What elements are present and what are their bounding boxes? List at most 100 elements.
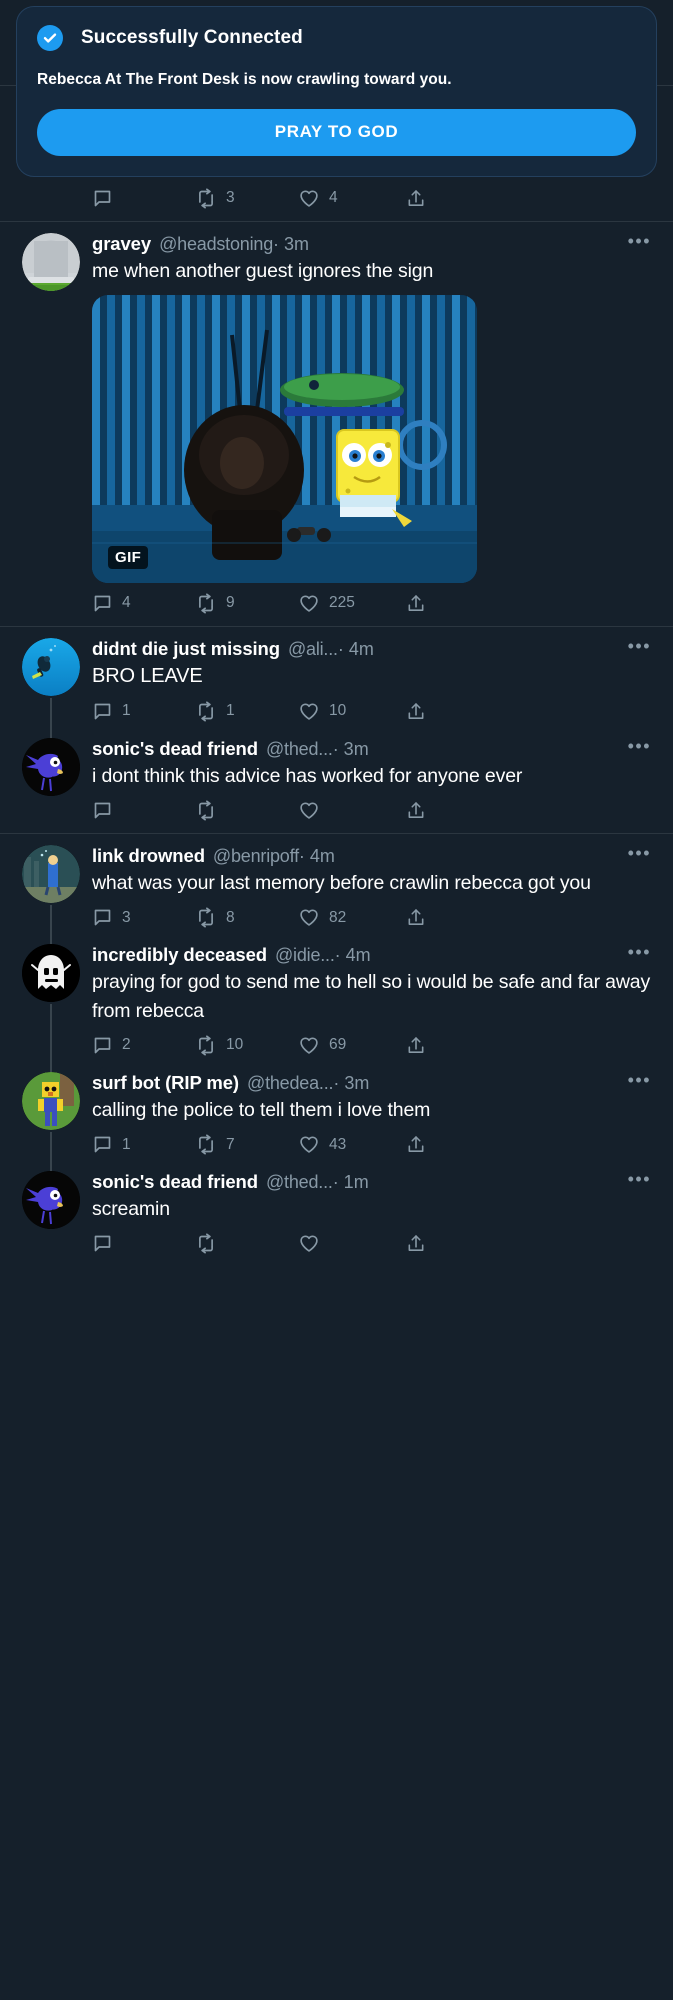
tweet-tweet-gravey[interactable]: gravey @headstoning · 3m ••• me when anothe… — [0, 220, 673, 626]
like-icon — [298, 1035, 320, 1056]
user-handle[interactable]: @thed... — [266, 1172, 333, 1193]
share-button[interactable] — [406, 593, 466, 614]
share-button[interactable] — [406, 701, 466, 722]
display-name[interactable]: didnt die just missing — [92, 638, 280, 660]
share-button[interactable] — [406, 800, 466, 821]
share-button[interactable] — [406, 907, 466, 928]
timeline: NOOOO WHY WOULD YOU CONNECT TO THE WIFI1… — [0, 0, 673, 1266]
avatar[interactable] — [22, 1171, 80, 1230]
user-handle[interactable]: @idie... — [275, 945, 335, 966]
retweet-button[interactable] — [195, 800, 298, 821]
avatar-column — [22, 1157, 92, 1260]
gif-badge: GIF — [108, 545, 149, 569]
share-button[interactable] — [406, 1035, 466, 1056]
display-name[interactable]: link drowned — [92, 845, 205, 867]
retweet-button[interactable]: 8 — [195, 907, 298, 928]
tweet-text: screamin — [92, 1198, 170, 1221]
more-options-icon[interactable]: ••• — [628, 737, 651, 755]
reply-count: 2 — [122, 1036, 131, 1054]
more-options-icon[interactable]: ••• — [628, 1170, 651, 1188]
pray-to-god-button[interactable]: PRAY TO GOD — [37, 109, 636, 156]
like-count: 82 — [329, 908, 347, 926]
display-name[interactable]: gravey — [92, 233, 151, 255]
user-handle[interactable]: @thed... — [266, 739, 333, 760]
like-button[interactable]: 4 — [298, 188, 406, 209]
like-icon — [298, 1233, 320, 1254]
share-button[interactable] — [406, 1233, 466, 1254]
tweet-tweet-sonic-2[interactable]: sonic's dead friend @thed... · 1m ••• screa… — [0, 1157, 673, 1266]
like-button[interactable]: 69 — [298, 1035, 406, 1056]
reply-button[interactable] — [92, 800, 195, 821]
user-handle[interactable]: @thedea... — [247, 1073, 334, 1094]
share-button[interactable] — [406, 188, 466, 209]
tweet-tweet-surfbot[interactable]: surf bot (RIP me) @thedea... · 3m ••• calli… — [0, 1057, 673, 1174]
reply-icon — [92, 701, 113, 722]
display-name[interactable]: surf bot (RIP me) — [92, 1072, 239, 1094]
more-options-icon[interactable]: ••• — [628, 232, 651, 250]
action-bar: 1 1 10 — [92, 701, 492, 728]
timestamp: · 1m — [332, 1172, 369, 1193]
retweet-button[interactable]: 1 — [195, 701, 298, 722]
retweet-button[interactable] — [195, 1233, 298, 1254]
reply-button[interactable]: 1 — [92, 701, 195, 722]
tweet-body: incredibly deceased @idie... · 4m ••• prayi… — [92, 943, 655, 1062]
tweet-text: BRO LEAVE — [92, 664, 203, 687]
avatar[interactable] — [22, 944, 80, 1003]
tweet-text: i dont think this advice has worked for … — [92, 764, 523, 787]
reply-count: 4 — [122, 594, 131, 612]
like-button[interactable] — [298, 1233, 406, 1254]
retweet-button[interactable]: 9 — [195, 593, 298, 614]
reply-button[interactable]: 1 — [92, 1134, 195, 1155]
reply-button[interactable]: 2 — [92, 1035, 195, 1056]
display-name[interactable]: sonic's dead friend — [92, 738, 258, 760]
retweet-button[interactable]: 3 — [195, 188, 298, 209]
reply-icon — [92, 1233, 113, 1254]
like-button[interactable]: 225 — [298, 593, 406, 614]
reply-button[interactable]: 3 — [92, 907, 195, 928]
share-icon — [406, 1233, 426, 1254]
reply-icon — [92, 188, 113, 209]
retweet-count: 8 — [226, 908, 235, 926]
like-button[interactable]: 10 — [298, 701, 406, 722]
reply-button[interactable]: 4 — [92, 593, 195, 614]
tweet-text: praying for god to send me to hell so i … — [92, 971, 651, 1022]
more-options-icon[interactable]: ••• — [628, 943, 651, 961]
avatar[interactable] — [22, 232, 80, 291]
share-button[interactable] — [406, 1134, 466, 1155]
reply-button[interactable] — [92, 1233, 195, 1254]
like-icon — [298, 800, 320, 821]
user-handle[interactable]: @benripoff — [213, 846, 299, 867]
user-handle[interactable]: @ali... — [288, 639, 338, 660]
more-options-icon[interactable]: ••• — [628, 844, 651, 862]
gif-media[interactable]: GIF — [92, 294, 477, 583]
avatar[interactable] — [22, 737, 80, 796]
like-button[interactable]: 43 — [298, 1134, 406, 1155]
like-button[interactable] — [298, 800, 406, 821]
display-name[interactable]: incredibly deceased — [92, 944, 267, 966]
timestamp: · 4m — [298, 846, 335, 867]
retweet-button[interactable]: 7 — [195, 1134, 298, 1155]
timestamp: · 4m — [334, 945, 371, 966]
more-options-icon[interactable]: ••• — [628, 1071, 651, 1089]
avatar[interactable] — [22, 637, 80, 696]
avatar-column — [22, 930, 92, 1074]
reply-button[interactable] — [92, 188, 195, 209]
tweet-header: gravey @headstoning · 3m ••• — [92, 232, 651, 255]
retweet-button[interactable]: 10 — [195, 1035, 298, 1056]
action-bar: 3 8 82 — [92, 907, 492, 934]
more-options-icon[interactable]: ••• — [628, 637, 651, 655]
avatar[interactable] — [22, 845, 80, 904]
user-handle[interactable]: @headstoning — [159, 234, 273, 255]
retweet-icon — [195, 800, 217, 821]
notification-body: Rebecca At The Front Desk is now crawlin… — [37, 71, 452, 88]
tweet-tweet-link[interactable]: link drowned @benripoff · 4m ••• what was y… — [0, 833, 673, 947]
like-icon — [298, 593, 320, 614]
avatar[interactable] — [22, 1071, 80, 1130]
like-count: 4 — [329, 189, 338, 207]
display-name[interactable]: sonic's dead friend — [92, 1171, 258, 1193]
share-icon — [406, 1035, 426, 1056]
tweet-tweet-sonic-1[interactable]: sonic's dead friend @thed... · 3m ••• i don… — [0, 723, 673, 833]
tweet-tweet-ghost-2[interactable]: incredibly deceased @idie... · 4m ••• prayi… — [0, 930, 673, 1074]
tweet-tweet-diver[interactable]: didnt die just missing @ali... · 4m ••• BRO… — [0, 625, 673, 740]
like-button[interactable]: 82 — [298, 907, 406, 928]
